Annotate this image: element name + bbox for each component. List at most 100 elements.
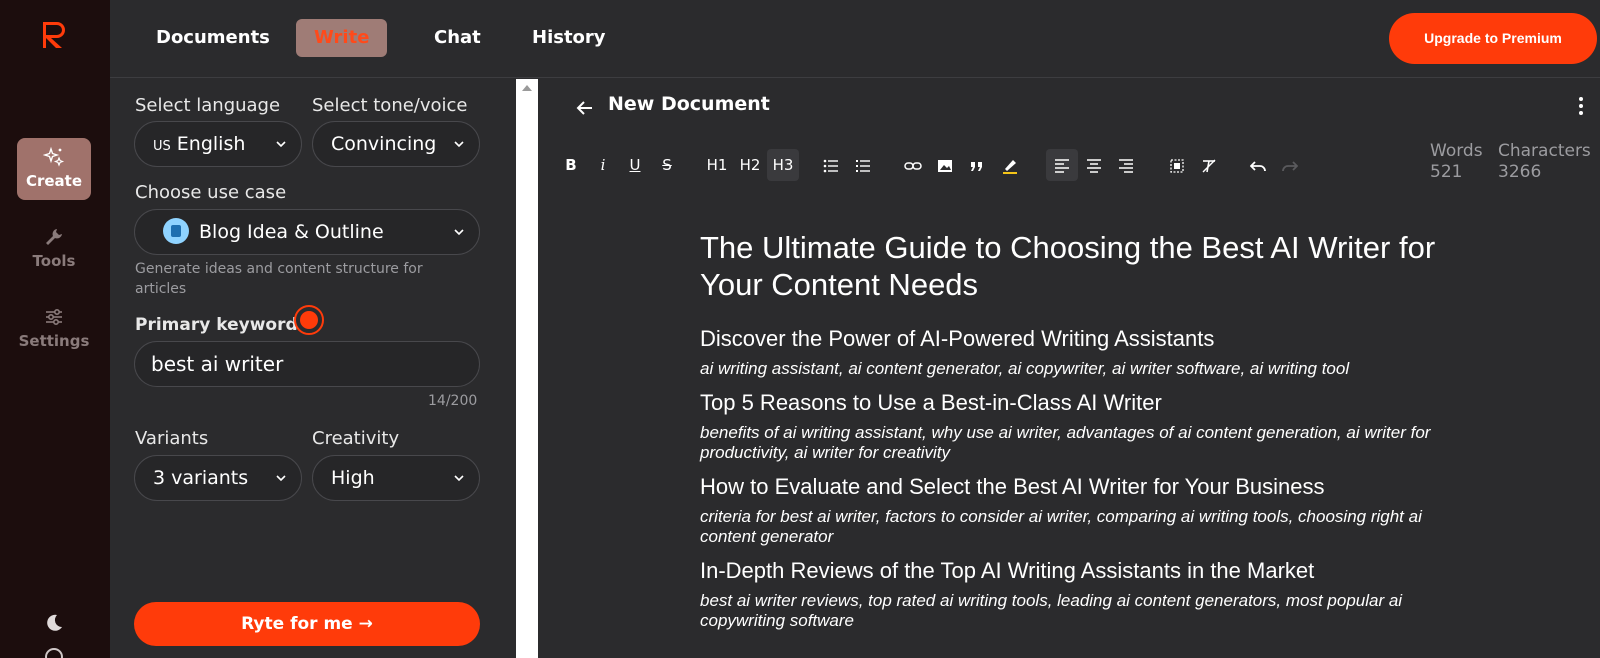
undo-button[interactable] — [1246, 149, 1270, 181]
bullet-list-icon — [823, 159, 838, 172]
keyword-counter: 14/200 — [428, 393, 478, 409]
language-label: Select language — [135, 95, 281, 116]
tab-chat[interactable]: Chat — [416, 19, 499, 57]
align-left-button[interactable] — [1046, 149, 1078, 181]
chevron-down-icon — [454, 229, 464, 236]
usecase-value: Blog Idea & Outline — [199, 221, 384, 243]
bold-button[interactable]: B — [560, 149, 582, 181]
sparkles-icon — [43, 146, 65, 167]
highlighter-icon — [1003, 159, 1017, 174]
character-count: Characters 3266 — [1498, 141, 1591, 183]
numbered-list-button[interactable] — [852, 149, 874, 181]
rail-item-label: Create — [25, 172, 83, 190]
usecase-hint: Generate ideas and content structure for… — [135, 261, 423, 297]
chevron-down-icon — [276, 141, 286, 148]
align-left-icon — [1055, 158, 1069, 173]
align-right-icon — [1119, 158, 1133, 173]
rail-item-create[interactable]: Create — [17, 138, 91, 200]
rail-item-label: Tools — [32, 252, 76, 270]
arrow-left-icon[interactable] — [574, 97, 596, 119]
document-heading: The Ultimate Guide to Choosing the Best … — [700, 230, 1436, 302]
creativity-label: Creativity — [312, 428, 400, 449]
outline-section: Top 5 Reasons to Use a Best-in-Class AI … — [700, 389, 1440, 463]
rail-item-tools[interactable]: Tools — [17, 218, 91, 280]
h2-button[interactable]: H2 — [735, 149, 765, 181]
characters-value: 3266 — [1498, 162, 1542, 182]
language-select[interactable]: US English — [134, 121, 302, 167]
section-title: Discover the Power of AI-Powered Writing… — [700, 326, 1215, 351]
document-body[interactable]: The Ultimate Guide to Choosing the Best … — [700, 229, 1440, 641]
bullet-list-button[interactable] — [820, 149, 842, 181]
h3-button[interactable]: H3 — [767, 149, 799, 181]
rail-item-label: Settings — [18, 332, 90, 350]
chevron-down-icon — [276, 475, 286, 482]
panel-scrollbar[interactable] — [516, 79, 538, 658]
characters-label: Characters — [1498, 141, 1591, 161]
h1-button[interactable]: H1 — [702, 149, 732, 181]
section-keywords: best ai writer reviews, top rated ai wri… — [700, 591, 1403, 630]
word-count: Words 521 — [1430, 141, 1483, 183]
section-keywords: criteria for best ai writer, factors to … — [700, 507, 1422, 546]
sliders-icon — [46, 308, 62, 326]
variants-value: 3 variants — [153, 467, 249, 489]
outline-section: Discover the Power of AI-Powered Writing… — [700, 325, 1440, 379]
align-center-button[interactable] — [1082, 149, 1106, 181]
outline-section: How to Evaluate and Select the Best AI W… — [700, 473, 1440, 547]
scroll-up-icon[interactable] — [522, 85, 532, 91]
quote-button[interactable] — [966, 149, 988, 181]
flag-us: US — [153, 139, 171, 154]
select-all-button[interactable] — [1166, 149, 1188, 181]
tab-history[interactable]: History — [514, 19, 624, 57]
editor-pane: New Document B i U S H1 H2 H3 Words 521 … — [538, 79, 1600, 658]
recording-indicator — [294, 305, 324, 335]
rail-item-settings[interactable]: Settings — [17, 298, 91, 360]
section-title: Top 5 Reasons to Use a Best-in-Class AI … — [700, 390, 1162, 415]
variants-select[interactable]: 3 variants — [134, 455, 302, 501]
chevron-down-icon — [454, 141, 464, 148]
tone-select[interactable]: Convincing — [312, 121, 480, 167]
tone-value: Convincing — [331, 133, 437, 155]
creativity-value: High — [331, 467, 375, 489]
highlight-button[interactable] — [998, 149, 1022, 181]
align-right-button[interactable] — [1114, 149, 1138, 181]
keyword-label: Primary keyword — [135, 315, 298, 335]
quote-icon — [971, 161, 982, 171]
variants-label: Variants — [135, 428, 209, 449]
wrench-icon — [46, 229, 62, 245]
clear-format-button[interactable] — [1198, 149, 1220, 181]
undo-icon — [1249, 160, 1266, 171]
link-button[interactable] — [902, 149, 924, 181]
creativity-select[interactable]: High — [312, 455, 480, 501]
link-icon — [904, 161, 922, 170]
help-icon[interactable] — [45, 648, 63, 658]
tab-documents[interactable]: Documents — [138, 19, 288, 57]
usecase-label: Choose use case — [135, 182, 287, 203]
ryte-button[interactable]: Ryte for me → — [134, 602, 480, 646]
italic-button[interactable]: i — [592, 149, 614, 181]
app-window: Create Tools Settings Documents Write Ch… — [0, 0, 1600, 658]
section-keywords: benefits of ai writing assistant, why us… — [700, 423, 1431, 462]
section-title: In-Depth Reviews of the Top AI Writing A… — [700, 558, 1315, 583]
select-all-icon — [1170, 158, 1184, 173]
numbered-list-icon — [856, 159, 870, 172]
left-rail: Create Tools Settings — [0, 0, 110, 658]
image-button[interactable] — [934, 149, 956, 181]
document-icon — [163, 217, 189, 244]
usecase-select[interactable]: Blog Idea & Outline — [134, 209, 480, 255]
outline-section: In-Depth Reviews of the Top AI Writing A… — [700, 557, 1440, 631]
moon-icon[interactable] — [43, 612, 65, 634]
section-keywords: ai writing assistant, ai content generat… — [700, 359, 1350, 378]
tab-write[interactable]: Write — [296, 19, 388, 57]
top-bar: Documents Write Chat History Upgrade to … — [110, 0, 1600, 78]
words-value: 521 — [1430, 162, 1463, 182]
chevron-down-icon — [454, 475, 464, 482]
underline-button[interactable]: U — [624, 149, 646, 181]
keyword-input[interactable] — [134, 341, 480, 387]
redo-button[interactable] — [1278, 149, 1302, 181]
logo-icon[interactable] — [40, 20, 68, 50]
upgrade-button[interactable]: Upgrade to Premium — [1389, 13, 1597, 64]
more-vertical-icon[interactable] — [1578, 95, 1584, 117]
image-icon — [938, 159, 952, 172]
strikethrough-button[interactable]: S — [656, 149, 678, 181]
document-title[interactable]: New Document — [608, 93, 770, 115]
